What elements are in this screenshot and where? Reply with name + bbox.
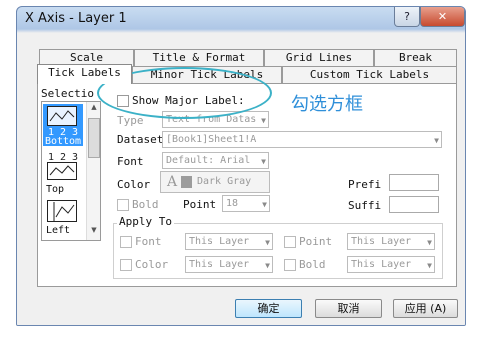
color-button[interactable]: A Dark Gray (160, 171, 270, 193)
chevron-down-icon: ▼ (261, 116, 266, 125)
color-swatch (181, 176, 192, 188)
annotation-text: 勾选方框 (291, 94, 363, 115)
dataset-label: Dataset (117, 133, 164, 146)
chevron-down-icon: ▼ (262, 200, 267, 209)
bold-checkbox[interactable] (117, 199, 129, 211)
apply-bold-dropdown[interactable]: This Layer ▼ (347, 256, 435, 273)
list-item-bottom[interactable]: Bottom (43, 136, 83, 147)
list-item-left[interactable]: Left (43, 225, 83, 236)
axis-left-icon (47, 200, 77, 222)
chevron-down-icon: ▼ (427, 238, 432, 247)
prefix-input[interactable] (389, 174, 439, 191)
selection-list[interactable]: 1 2 3 Bottom 1 2 3 Top Left ▲ ▼ (41, 101, 101, 241)
selection-heading: Selectio (41, 87, 94, 100)
font-label: Font (117, 155, 144, 168)
list-item-top[interactable]: Top (43, 184, 83, 195)
apply-button[interactable]: 应用 (A) (393, 299, 458, 318)
apply-font-label: Font (135, 235, 162, 248)
tab-custom-tick-labels[interactable]: Custom Tick Labels (282, 66, 457, 83)
suffix-input[interactable] (389, 196, 439, 213)
scrollbar-thumb[interactable] (88, 118, 100, 158)
ok-button[interactable]: 确定 (235, 299, 302, 318)
apply-color-checkbox[interactable] (120, 259, 132, 271)
chevron-down-icon: ▼ (261, 157, 266, 166)
point-value: 18 (226, 198, 239, 209)
chevron-down-icon: ▼ (265, 238, 270, 247)
font-dropdown[interactable]: Default: Arial ▼ (162, 152, 269, 169)
chevron-down-icon: ▼ (265, 261, 270, 270)
prefix-label: Prefi (348, 178, 382, 191)
tab-title-format[interactable]: Title & Format (134, 49, 264, 66)
apply-font-value: This Layer (189, 236, 250, 247)
apply-point-label: Point (299, 235, 333, 248)
apply-bold-value: This Layer (351, 259, 412, 270)
suffix-label: Suffi (348, 199, 382, 212)
apply-point-dropdown[interactable]: This Layer ▼ (347, 233, 435, 250)
apply-color-dropdown[interactable]: This Layer ▼ (185, 256, 273, 273)
dataset-value: [Book1]Sheet1!A (166, 134, 257, 145)
color-value: Dark Gray (197, 176, 252, 187)
dialog-window: X Axis - Layer 1 ? ✕ Scale Title & Forma… (16, 6, 466, 326)
font-value: Default: Arial (166, 155, 251, 166)
apply-bold-checkbox[interactable] (284, 259, 296, 271)
font-color-icon: A (167, 174, 178, 190)
help-button[interactable]: ? (394, 7, 420, 27)
point-label: Point (183, 198, 217, 211)
axis-top-icon (47, 162, 77, 180)
cancel-button[interactable]: 取消 (315, 299, 382, 318)
close-button[interactable]: ✕ (420, 7, 465, 27)
point-dropdown[interactable]: 18 ▼ (222, 195, 270, 212)
apply-color-value: This Layer (189, 259, 250, 270)
apply-bold-label: Bold (299, 258, 326, 271)
bold-label: Bold (132, 198, 159, 211)
window-title: X Axis - Layer 1 (25, 11, 127, 26)
apply-font-dropdown[interactable]: This Layer ▼ (185, 233, 273, 250)
color-label: Color (117, 178, 151, 191)
selection-scrollbar[interactable]: ▲ ▼ (86, 102, 100, 240)
tab-tick-labels[interactable]: Tick Labels (37, 64, 132, 84)
dataset-dropdown[interactable]: [Book1]Sheet1!A ▼ (162, 131, 442, 148)
apply-point-checkbox[interactable] (284, 236, 296, 248)
apply-font-checkbox[interactable] (120, 236, 132, 248)
chevron-down-icon: ▼ (427, 261, 432, 270)
chevron-down-icon: ▼ (434, 136, 439, 145)
tab-break[interactable]: Break (374, 49, 457, 66)
apply-color-label: Color (135, 258, 169, 271)
type-label: Type (117, 114, 144, 127)
apply-to-label: Apply To (117, 215, 174, 228)
axis-bottom-icon (47, 106, 77, 126)
tab-grid-lines[interactable]: Grid Lines (264, 49, 374, 66)
apply-point-value: This Layer (351, 236, 412, 247)
